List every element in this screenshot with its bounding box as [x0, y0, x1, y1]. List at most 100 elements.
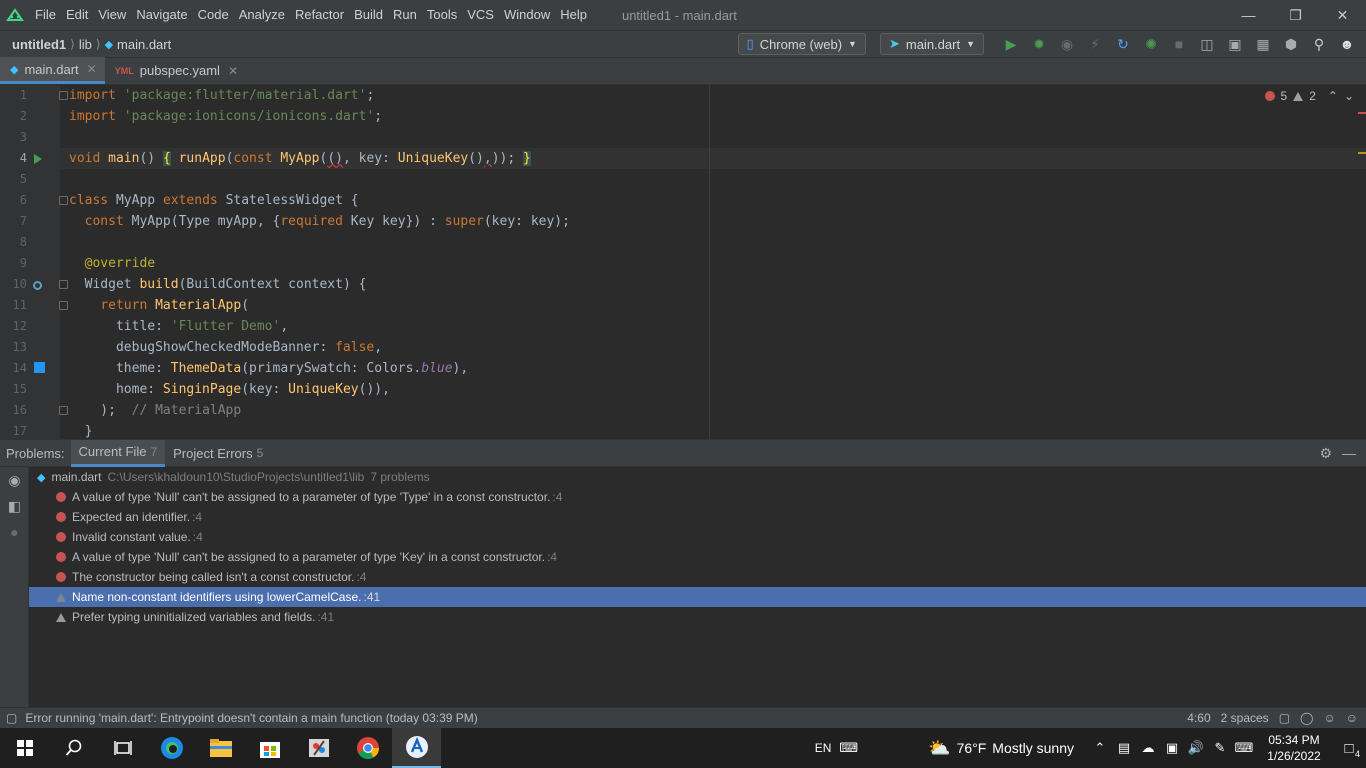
fold-marker-icon[interactable] [59, 280, 68, 289]
notifications-icon[interactable]: ☺ [1346, 711, 1358, 725]
warning-stripe-marker[interactable] [1358, 152, 1366, 154]
menu-window[interactable]: Window [499, 0, 555, 30]
file-explorer-icon[interactable] [196, 728, 245, 768]
code-editor[interactable]: 1 2 3 4 5 6 7 8 9 10 11 12 13 14 15 16 1… [0, 85, 1366, 439]
menu-edit[interactable]: Edit [61, 0, 93, 30]
menu-tools[interactable]: Tools [422, 0, 462, 30]
chevron-up-icon[interactable]: ⌃ [1328, 89, 1338, 103]
sdk-manager-icon[interactable]: ⬢ [1278, 31, 1304, 57]
microsoft-store-icon[interactable] [245, 728, 294, 768]
fold-marker-icon[interactable] [59, 301, 68, 310]
menu-refactor[interactable]: Refactor [290, 0, 349, 30]
dart-file-icon: ◆ [10, 63, 19, 76]
fold-marker-icon[interactable] [59, 196, 68, 205]
device-selector[interactable]: ▯ Chrome (web) ▼ [737, 33, 866, 55]
error-stripe-marker[interactable] [1358, 112, 1366, 114]
close-tab-icon[interactable]: ✕ [87, 62, 97, 76]
avd-manager-icon[interactable]: ▦ [1250, 31, 1276, 57]
line-number: 3 [19, 130, 27, 144]
indent-setting[interactable]: 2 spaces [1221, 711, 1269, 725]
hot-restart-icon[interactable]: ↻ [1110, 31, 1136, 57]
breadcrumb-lib[interactable]: lib [75, 37, 96, 52]
chevron-down-icon[interactable]: ⌄ [1344, 89, 1354, 103]
windows-start-icon[interactable] [0, 728, 49, 768]
paint-app-icon[interactable] [294, 728, 343, 768]
problem-item[interactable]: A value of type 'Null' can't be assigned… [29, 547, 1366, 567]
clock[interactable]: 05:34 PM 1/26/2022 [1256, 732, 1332, 764]
inspection-widget[interactable]: 5 2 ⌃ ⌄ [1264, 89, 1354, 103]
tab-current-file[interactable]: Current File 7 [70, 439, 166, 467]
chevron-up-icon[interactable]: ⌃ [1088, 728, 1112, 768]
task-view-icon[interactable] [98, 728, 147, 768]
smiley-icon[interactable]: ☺ [1323, 711, 1335, 725]
menu-file[interactable]: File [30, 0, 61, 30]
menu-navigate[interactable]: Navigate [131, 0, 192, 30]
project-structure-icon[interactable]: ◫ [1194, 31, 1220, 57]
status-message[interactable]: Error running 'main.dart': Entrypoint do… [25, 711, 477, 725]
profile-icon[interactable]: ◉ [1054, 31, 1080, 57]
color-swatch-icon[interactable] [34, 362, 45, 373]
run-gutter-icon[interactable] [34, 154, 42, 164]
fold-marker-icon[interactable] [59, 406, 68, 415]
breadcrumb-project[interactable]: untitled1 [0, 37, 70, 52]
onedrive-warning-icon[interactable]: ☁ [1136, 728, 1160, 768]
override-gutter-icon[interactable] [33, 281, 42, 290]
device-manager-icon[interactable]: ▣ [1222, 31, 1248, 57]
lightbulb-icon[interactable]: ● [0, 519, 29, 545]
menu-run[interactable]: Run [388, 0, 422, 30]
close-icon[interactable]: ✕ [1319, 0, 1366, 30]
breadcrumb-file[interactable]: ◆ main.dart [101, 37, 176, 52]
restore-icon[interactable]: ❐ [1272, 0, 1319, 30]
stop-icon[interactable]: ■ [1166, 31, 1192, 57]
run-config-selector[interactable]: ➤ main.dart ▼ [879, 33, 984, 55]
user-icon[interactable]: ☻ [1334, 31, 1360, 57]
menu-code[interactable]: Code [193, 0, 234, 30]
close-tab-icon[interactable]: ✕ [228, 64, 238, 78]
problem-item[interactable]: Prefer typing uninitialized variables an… [29, 607, 1366, 627]
hide-panel-icon[interactable]: — [1342, 445, 1356, 462]
problem-item[interactable]: The constructor being called isn't a con… [29, 567, 1366, 587]
problem-file-row[interactable]: ◆ main.dart C:\Users\khaldoun10\StudioPr… [29, 467, 1366, 487]
edge-browser-icon[interactable] [147, 728, 196, 768]
preview-icon[interactable]: ◧ [0, 493, 29, 519]
network-icon[interactable]: ▣ [1160, 728, 1184, 768]
touch-keyboard-icon[interactable]: ⌨ [1232, 728, 1256, 768]
problem-item[interactable]: A value of type 'Null' can't be assigned… [29, 487, 1366, 507]
problem-item[interactable]: Invalid constant value. :4 [29, 527, 1366, 547]
tab-project-errors[interactable]: Project Errors 5 [165, 440, 271, 467]
weather-widget[interactable]: ⛅ 76°F Mostly sunny [928, 738, 1074, 759]
search-icon[interactable] [49, 728, 98, 768]
caret-position[interactable]: 4:60 [1187, 711, 1210, 725]
problem-item[interactable]: Expected an identifier. :4 [29, 507, 1366, 527]
menu-build[interactable]: Build [349, 0, 388, 30]
lock-icon[interactable]: ▢ [1279, 711, 1290, 725]
eye-icon[interactable]: ◉ [0, 467, 29, 493]
problem-item-selected[interactable]: Name non-constant identifiers using lowe… [29, 587, 1366, 607]
android-studio-taskbar-icon[interactable] [392, 728, 441, 768]
toggle-tool-windows-icon[interactable]: ▢ [6, 711, 17, 725]
code-line-11: return MaterialApp( [100, 298, 250, 313]
keyboard-icon[interactable]: ⌨ [839, 740, 858, 756]
tab-pubspec-yaml[interactable]: YML pubspec.yaml ✕ [105, 57, 246, 84]
tab-main-dart[interactable]: ◆ main.dart ✕ [0, 57, 105, 84]
run-icon[interactable]: ▶ [998, 31, 1024, 57]
chrome-browser-icon[interactable] [343, 728, 392, 768]
gear-icon[interactable]: ⚙ [1319, 445, 1332, 462]
debug-icon[interactable]: ✹ [1026, 31, 1052, 57]
device-icon[interactable]: ▤ [1112, 728, 1136, 768]
search-icon[interactable]: ⚲ [1306, 31, 1332, 57]
pen-icon[interactable]: ✎ [1208, 728, 1232, 768]
volume-icon[interactable]: 🔊 [1184, 728, 1208, 768]
attach-debugger-icon[interactable]: ✺ [1138, 31, 1164, 57]
menu-view[interactable]: View [93, 0, 131, 30]
editor-gutter[interactable]: 1 2 3 4 5 6 7 8 9 10 11 12 13 14 15 16 1… [0, 85, 68, 439]
minimize-icon[interactable]: — [1225, 0, 1272, 30]
memory-indicator-icon[interactable]: ◯ [1300, 711, 1313, 725]
hot-reload-icon[interactable]: ⚡ [1082, 31, 1108, 57]
input-language[interactable]: EN [815, 741, 832, 755]
menu-analyze[interactable]: Analyze [234, 0, 290, 30]
menu-vcs[interactable]: VCS [462, 0, 499, 30]
fold-marker-icon[interactable] [59, 91, 68, 100]
menu-help[interactable]: Help [555, 0, 592, 30]
action-center-icon[interactable]: □ 4 [1332, 728, 1366, 768]
